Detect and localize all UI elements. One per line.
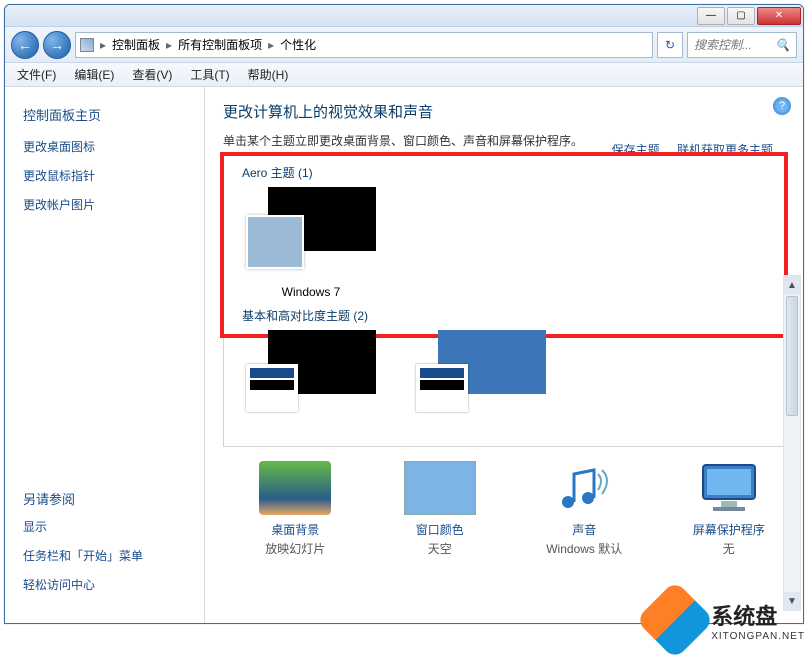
see-also-title: 另请参阅 — [23, 489, 186, 508]
back-button[interactable]: ← — [11, 31, 39, 59]
screensaver-sub: 无 — [723, 542, 735, 556]
refresh-button[interactable]: ↻ — [657, 32, 683, 58]
breadcrumb-sep: ▸ — [100, 38, 106, 52]
scroll-up-button[interactable]: ▲ — [784, 276, 800, 294]
menu-help[interactable]: 帮助(H) — [248, 66, 289, 83]
address-bar[interactable]: ▸ 控制面板 ▸ 所有控制面板项 ▸ 个性化 — [75, 32, 653, 58]
basic-theme-row — [232, 330, 776, 428]
themes-box: Aero 主题 (1) Windows 7 基本和高对比度主题 (2) — [223, 155, 785, 447]
minimize-button[interactable]: — — [697, 7, 725, 25]
aero-group-title: Aero 主题 (1) — [242, 164, 776, 181]
window-preview — [246, 215, 304, 269]
theme-thumb — [246, 187, 376, 279]
breadcrumb-sep: ▸ — [268, 38, 274, 52]
theme-thumb — [416, 330, 546, 422]
content: 更改计算机上的视觉效果和声音 单击某个主题立即更改桌面背景、窗口颜色、声音和屏幕… — [205, 87, 803, 623]
body: 控制面板主页 更改桌面图标 更改鼠标指针 更改帐户图片 另请参阅 显示 任务栏和… — [5, 87, 803, 623]
color-sub: 天空 — [428, 542, 452, 556]
window-preview — [416, 364, 468, 412]
breadcrumb[interactable]: 控制面板 — [112, 36, 160, 53]
menu-view[interactable]: 查看(V) — [132, 66, 172, 83]
forward-button[interactable]: → — [43, 31, 71, 59]
watermark-url: XITONGPAN.NET — [711, 631, 805, 642]
menu-file[interactable]: 文件(F) — [17, 66, 56, 83]
sidebar-home[interactable]: 控制面板主页 — [23, 105, 186, 124]
search-input[interactable]: 搜索控制... 🔍 — [687, 32, 797, 58]
see-also-ease[interactable]: 轻松访问中心 — [23, 576, 186, 593]
sound-link[interactable]: 声音 Windows 默认 — [536, 461, 633, 557]
aero-theme-row: Windows 7 — [232, 187, 776, 299]
see-also-display[interactable]: 显示 — [23, 518, 186, 535]
color-title: 窗口颜色 — [392, 521, 489, 538]
breadcrumb-sep: ▸ — [166, 38, 172, 52]
titlebar: — ▢ ✕ — [5, 5, 803, 27]
breadcrumb[interactable]: 个性化 — [280, 36, 316, 53]
menu-bar: 文件(F) 编辑(E) 查看(V) 工具(T) 帮助(H) — [5, 63, 803, 87]
theme-thumb — [246, 330, 376, 422]
theme-basic-1[interactable] — [246, 330, 376, 428]
search-icon: 🔍 — [775, 38, 790, 52]
sidebar-see-also: 另请参阅 显示 任务栏和「开始」菜单 轻松访问中心 — [23, 489, 186, 605]
watermark-text: 系统盘 XITONGPAN.NET — [711, 599, 805, 642]
sidebar-item-mouse-pointer[interactable]: 更改鼠标指针 — [23, 167, 186, 184]
maximize-button[interactable]: ▢ — [727, 7, 755, 25]
menu-edit[interactable]: 编辑(E) — [74, 66, 114, 83]
menu-tools[interactable]: 工具(T) — [190, 66, 229, 83]
wallpaper-title: 桌面背景 — [247, 521, 344, 538]
search-placeholder: 搜索控制... — [694, 36, 752, 53]
see-also-taskbar[interactable]: 任务栏和「开始」菜单 — [23, 547, 186, 564]
screensaver-icon — [693, 461, 765, 515]
desktop-background-link[interactable]: 桌面背景 放映幻灯片 — [247, 461, 344, 557]
sidebar: 控制面板主页 更改桌面图标 更改鼠标指针 更改帐户图片 另请参阅 显示 任务栏和… — [5, 87, 205, 623]
navigation-bar: ← → ▸ 控制面板 ▸ 所有控制面板项 ▸ 个性化 ↻ 搜索控制... 🔍 — [5, 27, 803, 63]
sidebar-item-desktop-icons[interactable]: 更改桌面图标 — [23, 138, 186, 155]
sound-title: 声音 — [536, 521, 633, 538]
sound-icon — [548, 461, 620, 515]
control-panel-icon — [80, 38, 94, 52]
wallpaper-sub: 放映幻灯片 — [265, 542, 325, 556]
screensaver-link[interactable]: 屏幕保护程序 无 — [681, 461, 778, 557]
breadcrumb[interactable]: 所有控制面板项 — [178, 36, 262, 53]
close-button[interactable]: ✕ — [757, 7, 801, 25]
sidebar-item-account-picture[interactable]: 更改帐户图片 — [23, 196, 186, 213]
theme-label: Windows 7 — [282, 285, 341, 299]
scrollbar[interactable]: ▲ ▼ — [783, 275, 801, 611]
page-title: 更改计算机上的视觉效果和声音 — [223, 101, 785, 122]
scroll-thumb[interactable] — [786, 296, 798, 416]
wallpaper-icon — [259, 461, 331, 515]
personalization-window: — ▢ ✕ ← → ▸ 控制面板 ▸ 所有控制面板项 ▸ 个性化 ↻ 搜索控制.… — [4, 4, 804, 624]
screensaver-title: 屏幕保护程序 — [681, 521, 778, 538]
window-color-link[interactable]: 窗口颜色 天空 — [392, 461, 489, 557]
theme-windows7[interactable]: Windows 7 — [246, 187, 376, 299]
bottom-settings: 桌面背景 放映幻灯片 窗口颜色 天空 声音 Windows 默认 — [223, 447, 785, 557]
sound-sub: Windows 默认 — [546, 542, 622, 556]
theme-basic-2[interactable] — [416, 330, 546, 428]
window-preview — [246, 364, 298, 412]
color-icon — [404, 461, 476, 515]
watermark: 系统盘 XITONGPAN.NET — [647, 592, 805, 648]
basic-group-title: 基本和高对比度主题 (2) — [242, 307, 776, 324]
